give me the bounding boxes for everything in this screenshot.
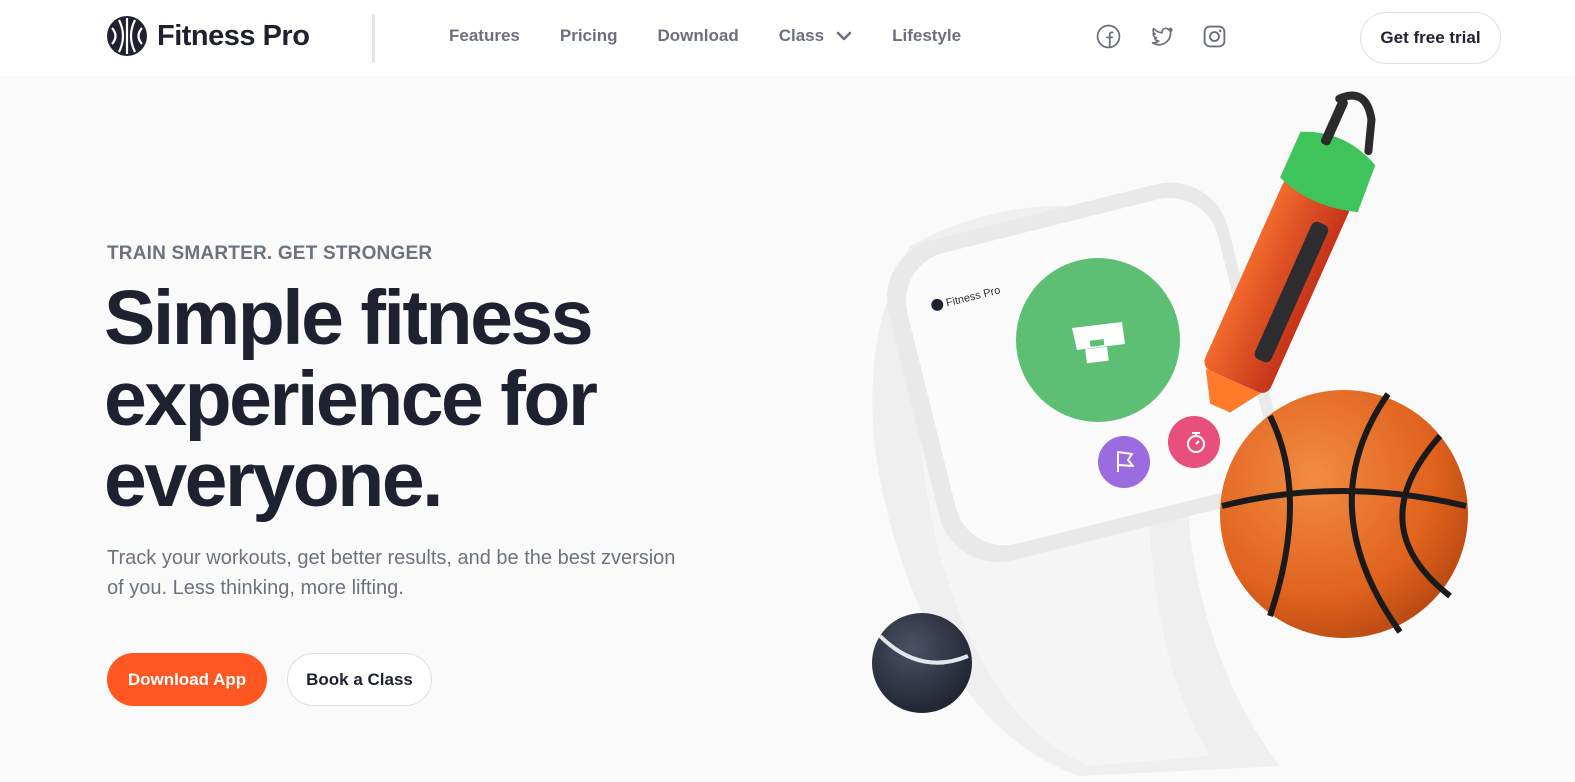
nav-download-label: Download [657,26,739,45]
download-app-button[interactable]: Download App [107,653,267,706]
chevron-down-icon [836,31,852,41]
twitter-icon[interactable] [1149,24,1174,49]
hero-eyebrow: TRAIN SMARTER. GET STRONGER [107,243,433,264]
nav-class-label: Class [778,26,825,45]
nav-pricing-label: Pricing [559,26,618,45]
facebook-icon[interactable] [1096,24,1121,49]
basketball [1220,390,1468,638]
get-free-trial-button[interactable]: Get free trial [1360,12,1501,64]
header-divider [372,14,375,63]
watch-flag-button [1098,436,1150,488]
nav-features-label: Features [449,26,520,45]
nav-features[interactable]: Features [449,26,520,46]
instagram-icon[interactable] [1202,24,1227,49]
social-links [1096,24,1227,49]
hero-subtext: Track your workouts, get better results,… [107,547,676,599]
tennis-ball [872,613,972,713]
nav-class-dropdown[interactable]: Class [779,26,852,46]
logo[interactable]: Fitness Pro [107,16,310,56]
book-a-class-button[interactable]: Book a Class [287,653,432,706]
hero-headline: Simple fitness experience for everyone. [104,275,598,523]
nav-download[interactable]: Download [658,26,739,46]
basketball-logo-icon [107,16,147,56]
hero-illustration: Fitness Pro [872,91,1468,776]
watch-timer-button [1168,416,1220,468]
main-nav: Features Pricing Download Class Lifestyl… [449,26,1001,46]
site-header: Fitness Pro Features Pricing Download Cl… [0,0,1575,76]
nav-lifestyle[interactable]: Lifestyle [892,26,961,46]
nav-lifestyle-label: Lifestyle [892,26,962,45]
nav-pricing[interactable]: Pricing [560,26,618,46]
logo-text: Fitness Pro [157,19,310,52]
